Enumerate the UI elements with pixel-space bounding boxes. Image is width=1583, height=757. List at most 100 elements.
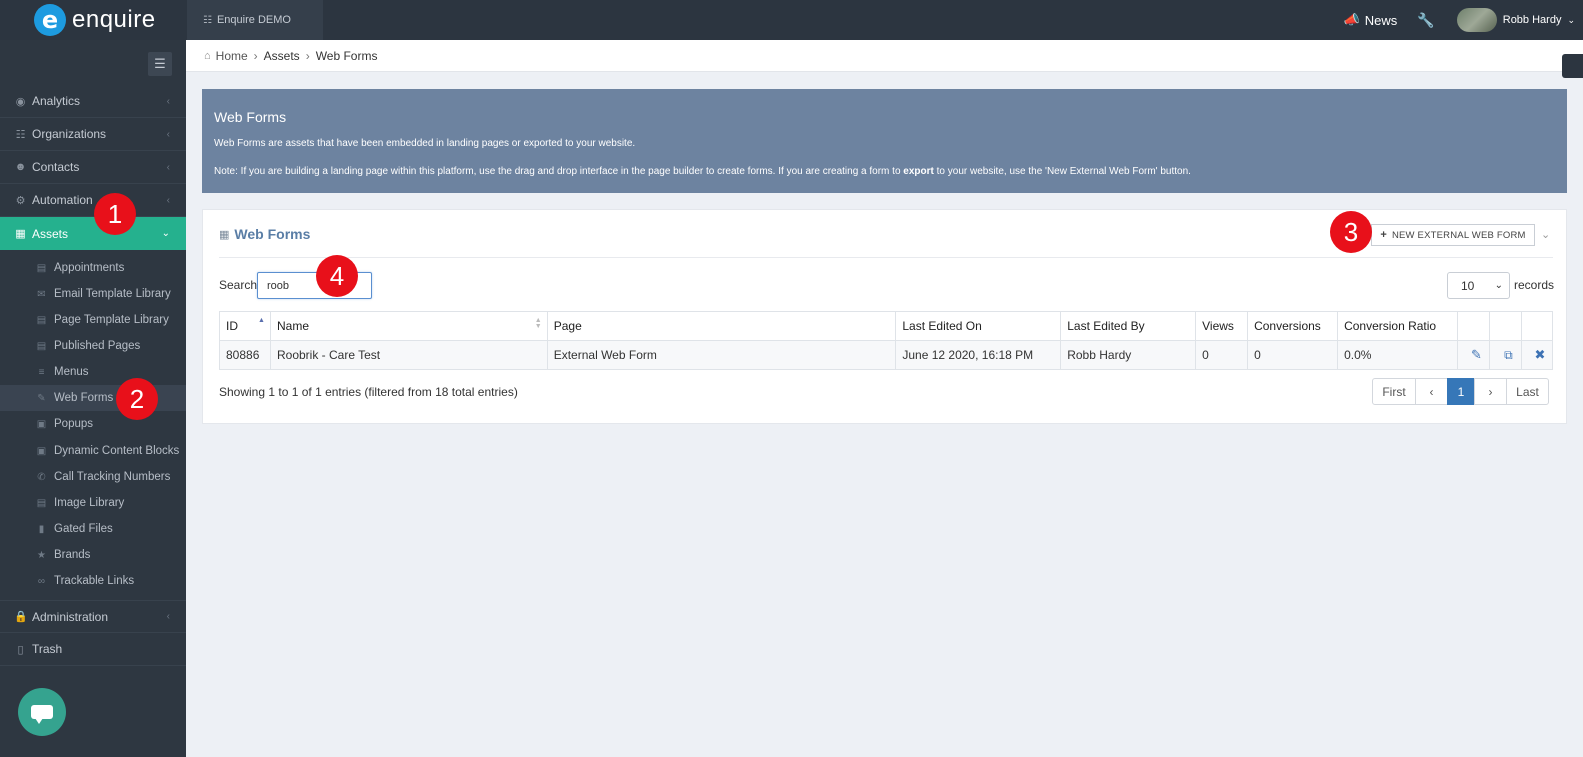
breadcrumb-home[interactable]: Home xyxy=(216,49,248,63)
copy-icon[interactable]: ⧉ xyxy=(1504,348,1513,362)
chat-icon xyxy=(31,705,53,724)
user-name: Robb Hardy xyxy=(1502,14,1562,26)
menu-toggle-icon[interactable]: ☰ xyxy=(148,52,172,76)
sidebar-item-contacts[interactable]: ☻ Contacts ‹ xyxy=(0,151,186,184)
org-switcher[interactable]: ☷ Enquire DEMO xyxy=(187,0,323,40)
table-icon: ▦ xyxy=(219,228,230,241)
close-icon[interactable]: ✖ xyxy=(1535,347,1546,362)
column-header-label: Conversions xyxy=(1254,319,1321,333)
sidebar-subitem-appointments[interactable]: ▤ Appointments xyxy=(0,255,186,281)
column-header-label: ID xyxy=(226,319,238,333)
sidebar-item-label: Trash xyxy=(32,642,63,656)
copy-action[interactable]: ⧉ xyxy=(1488,340,1522,370)
sidebar-subitem-gated-files[interactable]: ▮ Gated Files xyxy=(0,516,186,542)
sidebar-subitem-image-library[interactable]: ▤ Image Library xyxy=(0,490,186,516)
info-banner: Web Forms Web Forms are assets that have… xyxy=(202,89,1567,193)
sort-icon: ▲ ▼ xyxy=(534,317,542,330)
home-icon: ⌂ xyxy=(204,49,211,62)
column-header-label: Conversion Ratio xyxy=(1344,319,1437,333)
sidebar-subitem-popups[interactable]: ▣ Popups xyxy=(0,411,186,437)
column-header-page: Page xyxy=(546,311,897,341)
sidebar-subitem-label: Image Library xyxy=(54,497,125,509)
user-menu[interactable]: Robb Hardy ⌄ xyxy=(1456,8,1575,32)
chevron-left-icon: ‹ xyxy=(166,611,170,622)
chevron-left-icon: ‹ xyxy=(166,161,170,173)
table-info: Showing 1 to 1 of 1 entries (filtered fr… xyxy=(219,385,518,399)
delete-action[interactable]: ✖ xyxy=(1520,340,1554,370)
column-header-id[interactable]: ID ▲ xyxy=(219,311,271,341)
chevron-down-icon[interactable]: ⌄ xyxy=(1541,228,1550,241)
new-button-label: NEW EXTERNAL WEB FORM xyxy=(1391,229,1526,241)
sidebar-subitem-web-forms[interactable]: ✎ Web Forms xyxy=(0,385,186,411)
sidebar-item-analytics[interactable]: ◉ Analytics ‹ xyxy=(0,85,186,118)
banner-title: Web Forms xyxy=(214,109,287,125)
table-row: 80886 Roobrik - Care Test External Web F… xyxy=(219,340,1554,370)
sidebar-item-organizations[interactable]: ☷ Organizations ‹ xyxy=(0,118,186,151)
side-panel-tab[interactable] xyxy=(1562,54,1583,78)
pager-next[interactable]: › xyxy=(1474,378,1507,405)
brand-logo[interactable]: e enquire xyxy=(0,0,186,40)
plus-icon: + xyxy=(1380,229,1387,241)
phone-icon: ✆ xyxy=(37,471,46,483)
breadcrumb-assets[interactable]: Assets xyxy=(264,49,300,63)
sidebar-subitem-label: Popups xyxy=(54,418,94,430)
calendar-icon: ▤ xyxy=(36,262,47,274)
trash-icon: ▯ xyxy=(17,643,24,656)
banner-note-bold: export xyxy=(903,166,934,177)
edit-action[interactable]: ✎ xyxy=(1457,340,1490,370)
sidebar-subitem-label: Brands xyxy=(54,549,91,561)
cogs-icon: ⚙ xyxy=(15,194,26,207)
table-header-row: ID ▲ Name ▲ ▼ Page Last Edited On Last Edit… xyxy=(219,311,1554,341)
sidebar-item-trash[interactable]: ▯ Trash xyxy=(0,633,186,666)
column-header-copy xyxy=(1488,311,1522,341)
sort-asc-icon: ▲ xyxy=(258,317,265,324)
sidebar-item-label: Analytics xyxy=(32,94,81,108)
top-navbar: e enquire ☷ Enquire DEMO 📣 News 🔧 Robb H… xyxy=(0,0,1583,40)
divider xyxy=(219,257,1553,258)
column-header-label: Last Edited By xyxy=(1067,319,1145,333)
page-size-select[interactable]: 10 ⌄ xyxy=(1447,272,1510,299)
popup-icon: ▣ xyxy=(36,418,47,430)
page-size-value: 10 xyxy=(1461,278,1475,293)
chevron-down-icon: ⌄ xyxy=(1494,280,1503,291)
sidebar-subitem-call-tracking-numbers[interactable]: ✆ Call Tracking Numbers xyxy=(0,464,186,490)
column-header-name[interactable]: Name ▲ ▼ xyxy=(269,311,548,341)
sidebar-subitem-brands[interactable]: ★ Brands xyxy=(0,542,186,568)
column-header-views: Views xyxy=(1195,311,1249,341)
news-link[interactable]: 📣 News xyxy=(1344,12,1398,28)
column-header-label: Views xyxy=(1202,319,1234,333)
sidebar-subitem-page-template-library[interactable]: ▤ Page Template Library xyxy=(0,307,186,333)
sidebar-item-assets[interactable]: ▦ Assets ⌄ xyxy=(0,217,186,250)
step-marker-1: 1 xyxy=(94,193,136,235)
panel-title-text: Web Forms xyxy=(234,226,311,242)
sidebar-item-automation[interactable]: ⚙ Automation ‹ xyxy=(0,184,186,217)
wrench-icon[interactable]: 🔧 xyxy=(1417,12,1434,29)
sidebar-subitem-published-pages[interactable]: ▤ Published Pages xyxy=(0,333,186,359)
chart-icon: ◉ xyxy=(15,95,26,108)
sidebar-subitem-label: Page Template Library xyxy=(54,314,169,326)
cell-id: 80886 xyxy=(219,340,271,370)
sidebar-subitem-label: Menus xyxy=(54,366,89,378)
sidebar-subitem-menus[interactable]: ≡ Menus xyxy=(0,359,186,385)
lock-icon: 🔒 xyxy=(14,611,28,623)
banner-note-text: to your website, use the 'New External W… xyxy=(933,166,1191,177)
pager-page-1[interactable]: 1 xyxy=(1447,378,1475,405)
sidebar-item-administration[interactable]: 🔒 Administration ‹ xyxy=(0,600,186,633)
panel-title: ▦ Web Forms xyxy=(219,226,310,242)
sidebar-subitem-label: Web Forms xyxy=(54,392,114,404)
chat-launcher[interactable] xyxy=(18,688,66,736)
template-icon: ▤ xyxy=(36,314,47,326)
search-label: Search: xyxy=(219,278,261,292)
sidebar-subitem-dynamic-content-blocks[interactable]: ▣ Dynamic Content Blocks xyxy=(0,438,186,464)
chevron-down-icon: ⌄ xyxy=(161,228,170,239)
cell-name[interactable]: Roobrik - Care Test xyxy=(269,340,548,370)
sidebar-subitem-trackable-links[interactable]: ∞ Trackable Links xyxy=(0,568,186,594)
new-external-web-form-button[interactable]: + NEW EXTERNAL WEB FORM xyxy=(1371,224,1535,246)
brand-name: enquire xyxy=(72,6,156,33)
sidebar-item-label: Contacts xyxy=(32,160,80,174)
pager-first[interactable]: First xyxy=(1372,378,1416,405)
pager-last[interactable]: Last xyxy=(1506,378,1549,405)
pager-prev[interactable]: ‹ xyxy=(1415,378,1448,405)
sidebar-subitem-email-template-library[interactable]: ✉ Email Template Library xyxy=(0,281,186,307)
pencil-icon[interactable]: ✎ xyxy=(1471,347,1482,362)
